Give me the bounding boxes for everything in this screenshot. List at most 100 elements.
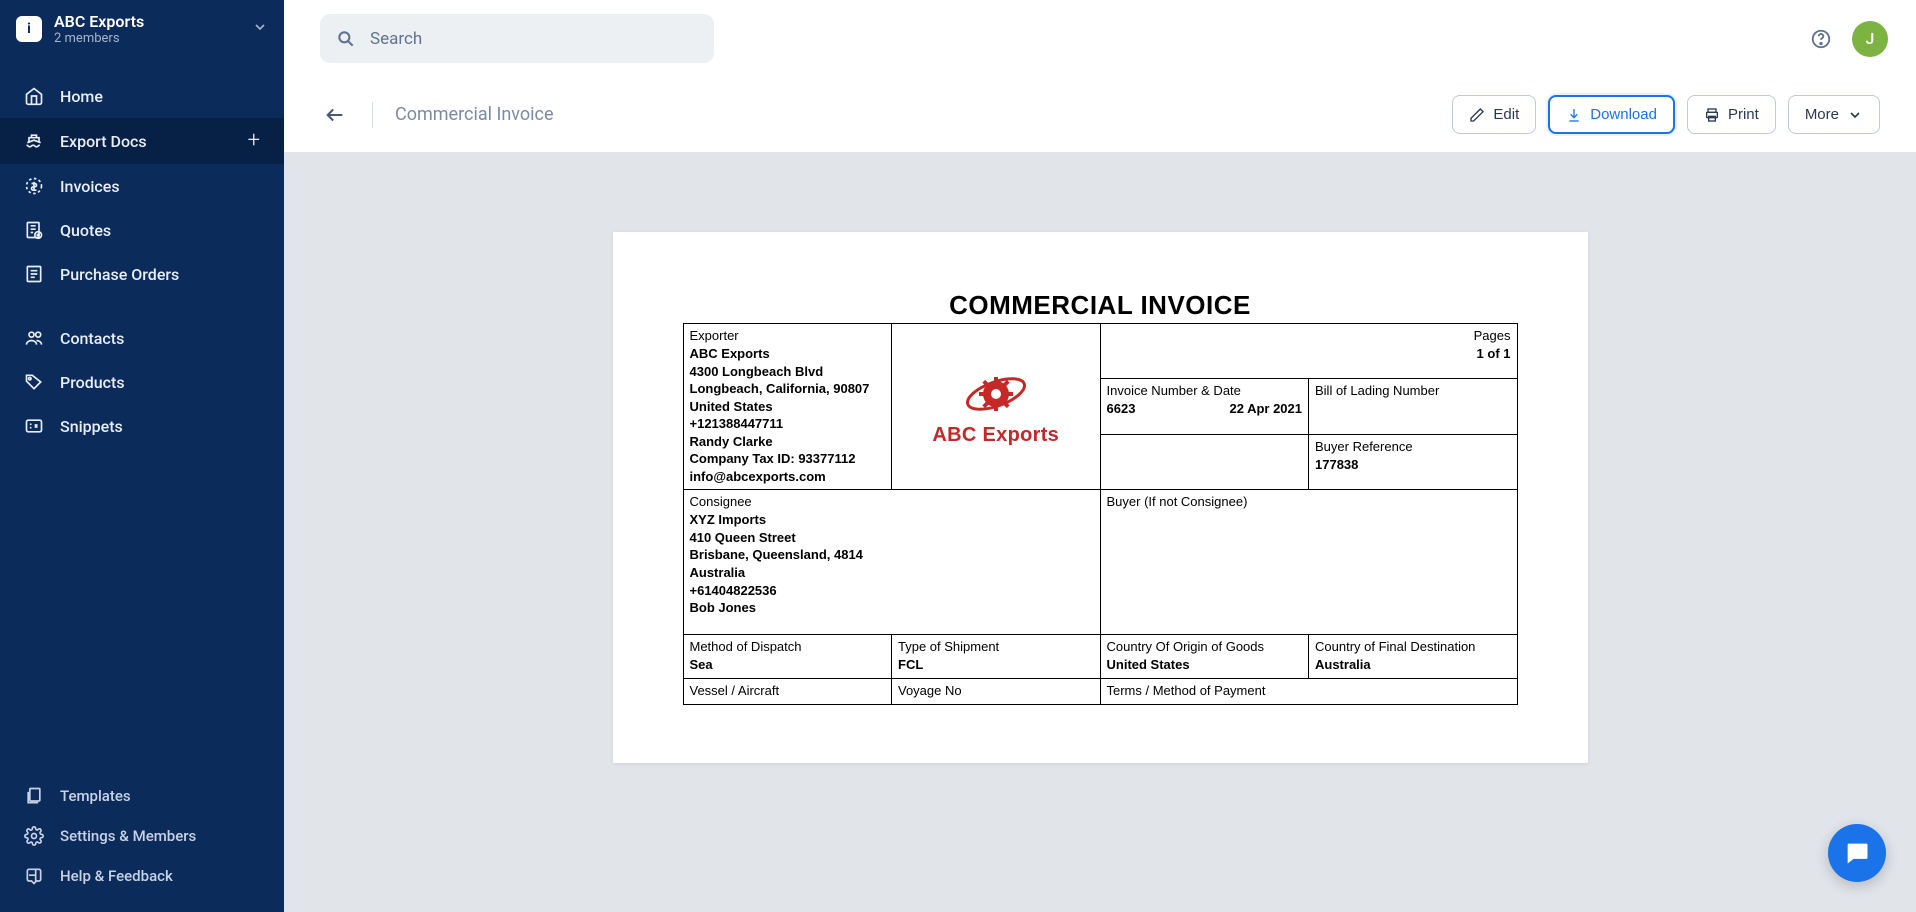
- buyer-ref-value: 177838: [1315, 456, 1511, 474]
- quote-icon: [24, 220, 44, 240]
- chevron-down-icon: [1847, 107, 1863, 123]
- exporter-name: ABC Exports: [690, 345, 886, 363]
- nav: Home Export Docs + Invoices Quotes Purch…: [0, 58, 284, 776]
- origin-value: United States: [1107, 656, 1303, 674]
- sidebar-item-purchase-orders[interactable]: Purchase Orders: [0, 252, 284, 296]
- sidebar: i ABC Exports 2 members Home Export Docs…: [0, 0, 284, 912]
- consignee-contact: Bob Jones: [690, 599, 1094, 617]
- sidebar-item-label: Invoices: [60, 177, 120, 196]
- empty-cell: [1100, 434, 1309, 489]
- buyer-ref-cell: Buyer Reference 177838: [1309, 434, 1518, 489]
- exporter-contact: Randy Clarke: [690, 433, 886, 451]
- workspace-switcher[interactable]: i ABC Exports 2 members: [0, 0, 284, 58]
- pages-cell: Pages 1 of 1: [1100, 324, 1517, 379]
- add-export-doc-button[interactable]: +: [248, 130, 260, 152]
- exporter-phone: +121388447711: [690, 415, 886, 433]
- button-label: Download: [1590, 106, 1657, 123]
- topbar: Search J: [284, 0, 1916, 77]
- invoice-icon: [24, 176, 44, 196]
- cell-label: Buyer Reference: [1315, 439, 1511, 454]
- cell-label: Pages: [1107, 328, 1511, 343]
- cell-label: Consignee: [690, 494, 1094, 509]
- download-button[interactable]: Download: [1548, 95, 1675, 134]
- bol-cell: Bill of Lading Number: [1309, 379, 1518, 434]
- breadcrumb: Commercial Invoice: [395, 104, 554, 125]
- sidebar-item-snippets[interactable]: Snippets: [0, 404, 284, 448]
- sidebar-item-help[interactable]: Help & Feedback: [0, 856, 284, 896]
- sidebar-item-templates[interactable]: Templates: [0, 776, 284, 816]
- sidebar-item-quotes[interactable]: Quotes: [0, 208, 284, 252]
- consignee-phone: +61404822536: [690, 582, 1094, 600]
- vessel-cell: Vessel / Aircraft: [683, 678, 892, 704]
- chat-fab[interactable]: [1828, 824, 1886, 882]
- sidebar-item-label: Home: [60, 87, 103, 106]
- workspace-members: 2 members: [54, 31, 252, 46]
- more-button[interactable]: More: [1788, 95, 1880, 134]
- exporter-tax: Company Tax ID: 93377112: [690, 450, 886, 468]
- sidebar-item-label: Export Docs: [60, 132, 147, 151]
- sidebar-item-contacts[interactable]: Contacts: [0, 316, 284, 360]
- sidebar-item-settings[interactable]: Settings & Members: [0, 816, 284, 856]
- help-button[interactable]: [1810, 28, 1832, 50]
- arrow-left-icon: [324, 104, 346, 126]
- exporter-cell: Exporter ABC Exports 4300 Longbeach Blvd…: [683, 324, 892, 490]
- sidebar-item-invoices[interactable]: Invoices: [0, 164, 284, 208]
- cell-label: Voyage No: [898, 683, 1094, 698]
- contacts-icon: [24, 328, 44, 348]
- sidebar-item-export-docs[interactable]: Export Docs +: [0, 118, 284, 164]
- help-icon: [24, 866, 44, 886]
- pencil-icon: [1469, 107, 1485, 123]
- logo-text: ABC Exports: [932, 424, 1059, 447]
- logo-cell: ABC Exports: [892, 324, 1101, 490]
- cell-label: Buyer (If not Consignee): [1107, 494, 1511, 509]
- sidebar-item-label: Purchase Orders: [60, 265, 179, 284]
- cell-label: Country Of Origin of Goods: [1107, 639, 1303, 654]
- main: Search J Commercial Invoice Edit: [284, 0, 1916, 912]
- cell-label: Terms / Method of Payment: [1107, 683, 1511, 698]
- question-circle-icon: [1810, 28, 1832, 50]
- sidebar-item-products[interactable]: Products: [0, 360, 284, 404]
- exporter-country: United States: [690, 398, 886, 416]
- exporter-addr2: Longbeach, California, 90807: [690, 380, 886, 398]
- po-icon: [24, 264, 44, 284]
- document-canvas[interactable]: COMMERCIAL INVOICE Exporter ABC Exports …: [284, 152, 1916, 912]
- method-dispatch-cell: Method of Dispatch Sea: [683, 635, 892, 679]
- snippet-icon: [24, 416, 44, 436]
- sidebar-item-label: Settings & Members: [60, 827, 196, 845]
- cell-label: Invoice Number & Date: [1107, 383, 1303, 398]
- ship-icon: [24, 131, 44, 151]
- chevron-down-icon: [252, 19, 268, 39]
- cell-label: Method of Dispatch: [690, 639, 886, 654]
- invoice-table: Exporter ABC Exports 4300 Longbeach Blvd…: [683, 323, 1518, 705]
- sidebar-item-label: Snippets: [60, 417, 123, 436]
- chat-icon: [1843, 839, 1871, 867]
- cell-label: Type of Shipment: [898, 639, 1094, 654]
- type-shipment-cell: Type of Shipment FCL: [892, 635, 1101, 679]
- voyage-cell: Voyage No: [892, 678, 1101, 704]
- origin-cell: Country Of Origin of Goods United States: [1100, 635, 1309, 679]
- tag-icon: [24, 372, 44, 392]
- print-icon: [1704, 107, 1720, 123]
- sidebar-item-label: Templates: [60, 787, 131, 805]
- edit-button[interactable]: Edit: [1452, 95, 1536, 134]
- user-avatar[interactable]: J: [1852, 21, 1888, 57]
- sidebar-item-label: Products: [60, 373, 125, 392]
- workspace-logo: i: [16, 16, 42, 42]
- print-button[interactable]: Print: [1687, 95, 1776, 134]
- company-logo: ABC Exports: [932, 366, 1059, 447]
- sidebar-item-home[interactable]: Home: [0, 74, 284, 118]
- consignee-name: XYZ Imports: [690, 511, 1094, 529]
- invoice-date: 22 Apr 2021: [1229, 400, 1302, 418]
- back-button[interactable]: [320, 100, 350, 130]
- button-label: More: [1805, 106, 1839, 123]
- cell-label: Exporter: [690, 328, 886, 343]
- home-icon: [24, 86, 44, 106]
- separator: [372, 102, 373, 128]
- toolbar: Commercial Invoice Edit Download Print M…: [284, 77, 1916, 152]
- search-input[interactable]: Search: [320, 14, 714, 63]
- button-label: Edit: [1493, 106, 1519, 123]
- search-icon: [336, 29, 356, 49]
- terms-cell: Terms / Method of Payment: [1100, 678, 1517, 704]
- invoice-number: 6623: [1107, 400, 1136, 418]
- cell-label: Vessel / Aircraft: [690, 683, 886, 698]
